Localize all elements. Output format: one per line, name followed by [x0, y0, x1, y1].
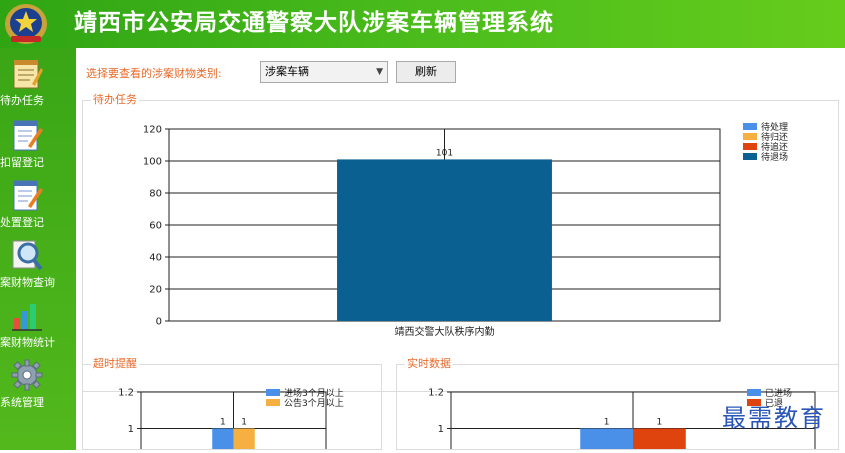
sidebar-item-disposal-register[interactable]: 处置登记 [0, 176, 76, 236]
legend-swatch [743, 143, 757, 150]
sidebar-item-label: 案财物统计 [0, 336, 55, 349]
category-filter-label: 选择要查看的涉案财物类别: [86, 67, 222, 80]
overdue-chart: 1 1.2 1 1 进场3个月以上公告3个月以上 [118, 388, 344, 453]
gear-icon [11, 359, 43, 391]
legend-swatch [743, 123, 757, 130]
overdue-panel: 超时提醒 1 1.2 1 1 进场3个月以上 公告3个月以上 [82, 357, 382, 453]
bar [337, 159, 552, 321]
form-edit-icon [13, 120, 43, 151]
legend-entry: 已进场 [765, 388, 792, 399]
magnifier-icon [12, 240, 43, 271]
sidebar-item-label: 扣留登记 [0, 156, 44, 169]
bar [212, 428, 234, 453]
y-tick-label: 0 [156, 317, 162, 328]
legend-entry: 待追还 [761, 141, 788, 153]
y-tick-label: 120 [143, 125, 162, 136]
sidebar-item-property-stats[interactable]: 案财物统计 [0, 296, 76, 356]
sidebar-item-property-query[interactable]: 案财物查询 [0, 236, 76, 296]
bar-chart-icon [12, 304, 42, 331]
category-select-value: 涉案车辆 [265, 65, 309, 78]
sidebar-item-pending-tasks[interactable]: 待办任务 [0, 54, 76, 114]
bar [233, 428, 255, 453]
form-edit-icon [13, 180, 43, 211]
watermark: 最需教育 [722, 404, 826, 432]
panel-title: 超时提醒 [91, 357, 139, 371]
panel-title: 待办任务 [91, 93, 139, 107]
data-label: 1 [657, 418, 663, 428]
data-label: 1 [604, 418, 610, 428]
legend-swatch [266, 399, 280, 406]
y-tick-label: 1 [128, 424, 134, 435]
y-tick-label: 100 [143, 157, 162, 168]
notepad-icon [13, 60, 43, 89]
legend-swatch [266, 389, 280, 396]
panel-title: 实时数据 [405, 357, 453, 371]
sidebar-item-detain-register[interactable]: 扣留登记 [0, 116, 76, 176]
title-bar: 靖西市公安局交通警察大队涉案车辆管理系统 [0, 0, 845, 48]
category-select[interactable]: 涉案车辆 ▼ [260, 61, 388, 83]
legend-entry: 公告3个月以上 [284, 397, 344, 409]
refresh-button[interactable]: 刷新 [396, 61, 456, 83]
x-tick-label: 靖西交警大队秩序内勤 [395, 325, 495, 338]
y-tick-label: 40 [149, 253, 162, 264]
sidebar-item-system-admin[interactable]: 系统管理 [0, 356, 76, 416]
legend-swatch [743, 153, 757, 160]
y-tick-label: 1 [438, 424, 444, 435]
sidebar-item-label: 案财物查询 [0, 276, 55, 289]
legend-swatch [743, 133, 757, 140]
sidebar-item-label: 待办任务 [0, 94, 44, 107]
bar [633, 428, 686, 453]
y-tick-label: 1.2 [428, 388, 444, 399]
data-label: 1 [220, 418, 226, 428]
legend-entry: 待处理 [761, 121, 788, 133]
y-tick-label: 80 [149, 189, 162, 200]
chevron-down-icon: ▼ [376, 67, 383, 77]
bar [580, 428, 633, 453]
legend-entry: 待归还 [761, 131, 788, 143]
y-tick-label: 20 [149, 285, 162, 296]
main-content: 选择要查看的涉案财物类别: 涉案车辆 ▼ 刷新 待办任务 0 20 40 60 80 10… [76, 48, 845, 453]
legend-swatch [747, 389, 761, 396]
app-title: 靖西市公安局交通警察大队涉案车辆管理系统 [74, 10, 554, 36]
data-label: 101 [436, 148, 453, 158]
y-tick-label: 1.2 [118, 388, 134, 399]
data-label: 1 [241, 418, 247, 428]
legend-entry: 待退场 [761, 151, 788, 163]
legend-entry: 进场3个月以上 [284, 388, 344, 399]
pending-tasks-panel: 待办任务 0 20 40 60 80 100 120 101 靖西交警大队秩序内勤 待处理 待归还待… [82, 93, 839, 392]
pending-tasks-chart: 0 20 40 60 80 100 120 101 靖西交警大队秩序内勤 待处理待归还待追还待退场 [143, 121, 788, 338]
police-emblem-icon [5, 4, 47, 44]
sidebar-item-label: 系统管理 [0, 396, 44, 409]
sidebar: 待办任务 扣留登记 处置登记 案财物查询 案财物统计 系统管理 [0, 48, 76, 450]
sidebar-item-label: 处置登记 [0, 216, 44, 229]
y-tick-label: 60 [149, 221, 162, 232]
